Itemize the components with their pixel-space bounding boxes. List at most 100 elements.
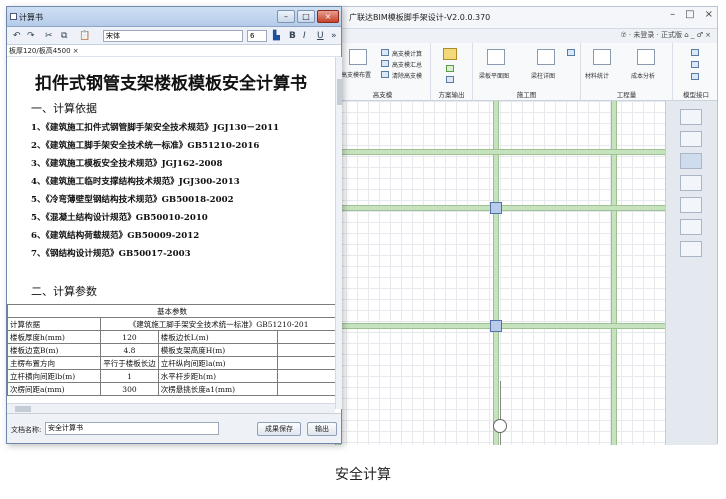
- table-cell: 楼板厚度h(mm): [7, 330, 102, 344]
- view-top-icon[interactable]: [680, 109, 702, 125]
- table-cell: [276, 343, 335, 357]
- section-heading: 二、计算参数: [31, 285, 97, 298]
- table-row: 计算依据 《建筑施工脚手架安全技术统一标准》GB51210-201: [7, 317, 335, 331]
- filename-input[interactable]: 安全计算书: [45, 422, 219, 435]
- doc-title: 计算书: [19, 13, 43, 22]
- ribbon-group-model-interface: 模型接口: [673, 43, 719, 101]
- app-window-controls: – □ ×: [670, 9, 713, 20]
- table-cell: 立杆纵向间距la(m): [157, 356, 278, 370]
- ribbon-group-label: 工程量: [616, 91, 637, 99]
- doc-title-bar: 计算书 – □ ×: [7, 7, 341, 27]
- calc-book-window: 计算书 – □ × ↶ ↷ ✂ ⧉ 📋 宋体 6 ▙ B I U » 板厚120…: [6, 6, 342, 444]
- import-icon[interactable]: [691, 49, 699, 56]
- material-stats-icon[interactable]: [593, 49, 611, 65]
- table-cell: 1: [100, 369, 159, 383]
- scrollbar-thumb[interactable]: [337, 79, 342, 105]
- formwork-layout-button[interactable]: 高支模布置: [341, 70, 371, 79]
- login-status[interactable]: ⑦ · 未登录 · 正式版 ⌂ _ ♂ ×: [620, 30, 711, 40]
- basis-item: 7、《钢结构设计规范》GB50017-2003: [31, 249, 191, 259]
- grid-icon[interactable]: [680, 219, 702, 235]
- formwork-summary-button[interactable]: 高支模汇总: [392, 60, 422, 69]
- figure-caption: 安全计算: [335, 467, 391, 483]
- calc-icon: [381, 49, 389, 56]
- more-button[interactable]: »: [331, 31, 337, 41]
- view-front-icon[interactable]: [680, 153, 702, 169]
- tab-slab-thickness[interactable]: 板厚120/板高4500 ×: [9, 46, 79, 56]
- cut-icon[interactable]: ✂: [45, 31, 53, 41]
- font-size-select[interactable]: 6: [247, 30, 267, 42]
- view-side-icon[interactable]: [680, 175, 702, 191]
- excel-icon[interactable]: [446, 65, 454, 72]
- copy-icon[interactable]: ⧉: [61, 31, 67, 41]
- table-cell: 120: [100, 330, 159, 344]
- column[interactable]: [490, 320, 502, 332]
- slab-plan-button[interactable]: 梁板平面图: [479, 71, 509, 80]
- table-cell: 300: [100, 382, 159, 396]
- axis-marker: [493, 419, 507, 433]
- document-title: 扣件式钢管支架楼板模板安全计算书: [35, 74, 307, 94]
- minimize-icon[interactable]: –: [670, 9, 675, 20]
- ribbon-group-high-formwork: 高支模布置 高支模计算 高支模汇总 清除高支模 高支模: [335, 43, 431, 101]
- beam-column-detail-icon[interactable]: [537, 49, 555, 65]
- vertical-scrollbar[interactable]: [335, 57, 342, 409]
- underline-button[interactable]: U: [317, 31, 324, 41]
- material-stats-button[interactable]: 材料统计: [585, 71, 609, 80]
- basis-item: 2、《建筑施工脚手架安全技术统一标准》GB51210-2016: [31, 141, 260, 151]
- basis-item: 6、《建筑结构荷载规范》GB50009-2012: [31, 231, 200, 241]
- minimize-button[interactable]: –: [277, 10, 295, 23]
- close-button[interactable]: ×: [317, 10, 339, 23]
- column[interactable]: [490, 202, 502, 214]
- table-cell: 水平杆步距h(m): [157, 369, 278, 383]
- formwork-layout-icon[interactable]: [349, 49, 367, 65]
- doc-body[interactable]: 扣件式钢管支架楼板模板安全计算书 一、计算依据 1、《建筑施工扣件式钢管脚手架安…: [7, 57, 335, 413]
- close-icon[interactable]: ×: [705, 9, 713, 20]
- output-button[interactable]: 输出: [307, 422, 337, 436]
- table-cell: 主楞布置方向: [7, 356, 102, 370]
- beam-column-detail-button[interactable]: 梁柱详图: [531, 71, 555, 80]
- view-iso-icon[interactable]: [680, 131, 702, 147]
- undo-icon[interactable]: ↶: [13, 31, 21, 41]
- scrollbar-thumb[interactable]: [15, 406, 31, 412]
- scheme-icon[interactable]: [443, 48, 457, 60]
- basis-item: 3、《建筑施工模板安全技术规范》JGJ162-2008: [31, 159, 223, 169]
- beam[interactable]: [335, 149, 665, 155]
- slab-plan-icon[interactable]: [487, 49, 505, 65]
- ribbon-group-construction-drawing: 梁板平面图 梁柱详图 施工图: [473, 43, 581, 101]
- clear-formwork-button[interactable]: 清除高支模: [392, 71, 422, 80]
- cost-analysis-icon[interactable]: [637, 49, 655, 65]
- table-cell: 4.8: [100, 343, 159, 357]
- paste-icon[interactable]: 📋: [79, 31, 90, 41]
- ribbon-group-label: 施工图: [516, 91, 537, 99]
- drawing-tool-icon[interactable]: [567, 49, 575, 56]
- table-cell: 楼板边宽B(m): [7, 343, 102, 357]
- maximize-button[interactable]: □: [297, 10, 315, 23]
- app-title: 广联达BIM模板脚手架设计-V2.0.0.370: [349, 13, 491, 22]
- formwork-calc-button[interactable]: 高支模计算: [392, 49, 422, 58]
- print-icon[interactable]: [446, 76, 454, 83]
- layer-icon[interactable]: [680, 241, 702, 257]
- save-result-button[interactable]: 成果保存: [257, 422, 301, 436]
- text-color-icon[interactable]: ▙: [273, 31, 280, 41]
- italic-button[interactable]: I: [303, 31, 306, 41]
- app-status-strip: ⑦ · 未登录 · 正式版 ⌂ _ ♂ ×: [335, 29, 717, 43]
- horizontal-scrollbar[interactable]: [7, 403, 335, 413]
- link-icon[interactable]: [691, 73, 699, 80]
- table-cell: [276, 330, 335, 344]
- maximize-icon[interactable]: □: [685, 9, 694, 20]
- filter-icon[interactable]: [680, 197, 702, 213]
- font-select[interactable]: 宋体: [103, 30, 243, 42]
- bold-button[interactable]: B: [289, 31, 296, 41]
- drawing-canvas[interactable]: [335, 101, 665, 445]
- filename-label: 文档名称:: [11, 426, 42, 434]
- table-row: 立杆横向间距lb(m) 1 水平杆步距h(m): [7, 369, 335, 383]
- cost-analysis-button[interactable]: 成本分析: [631, 71, 655, 80]
- table-cell: 模板支架高度H(m): [157, 343, 278, 357]
- table-row: 楼板厚度h(mm) 120 楼板边长L(m): [7, 330, 335, 344]
- redo-icon[interactable]: ↷: [27, 31, 35, 41]
- table-row: 次楞间距a(mm) 300 次楞悬挑长度a1(mm): [7, 382, 335, 396]
- export-icon[interactable]: [691, 61, 699, 68]
- table-cell: 计算依据: [7, 317, 102, 331]
- clear-icon: [381, 71, 389, 78]
- table-row: 楼板边宽B(m) 4.8 模板支架高度H(m): [7, 343, 335, 357]
- doc-tab-bar: 板厚120/板高4500 ×: [7, 45, 341, 57]
